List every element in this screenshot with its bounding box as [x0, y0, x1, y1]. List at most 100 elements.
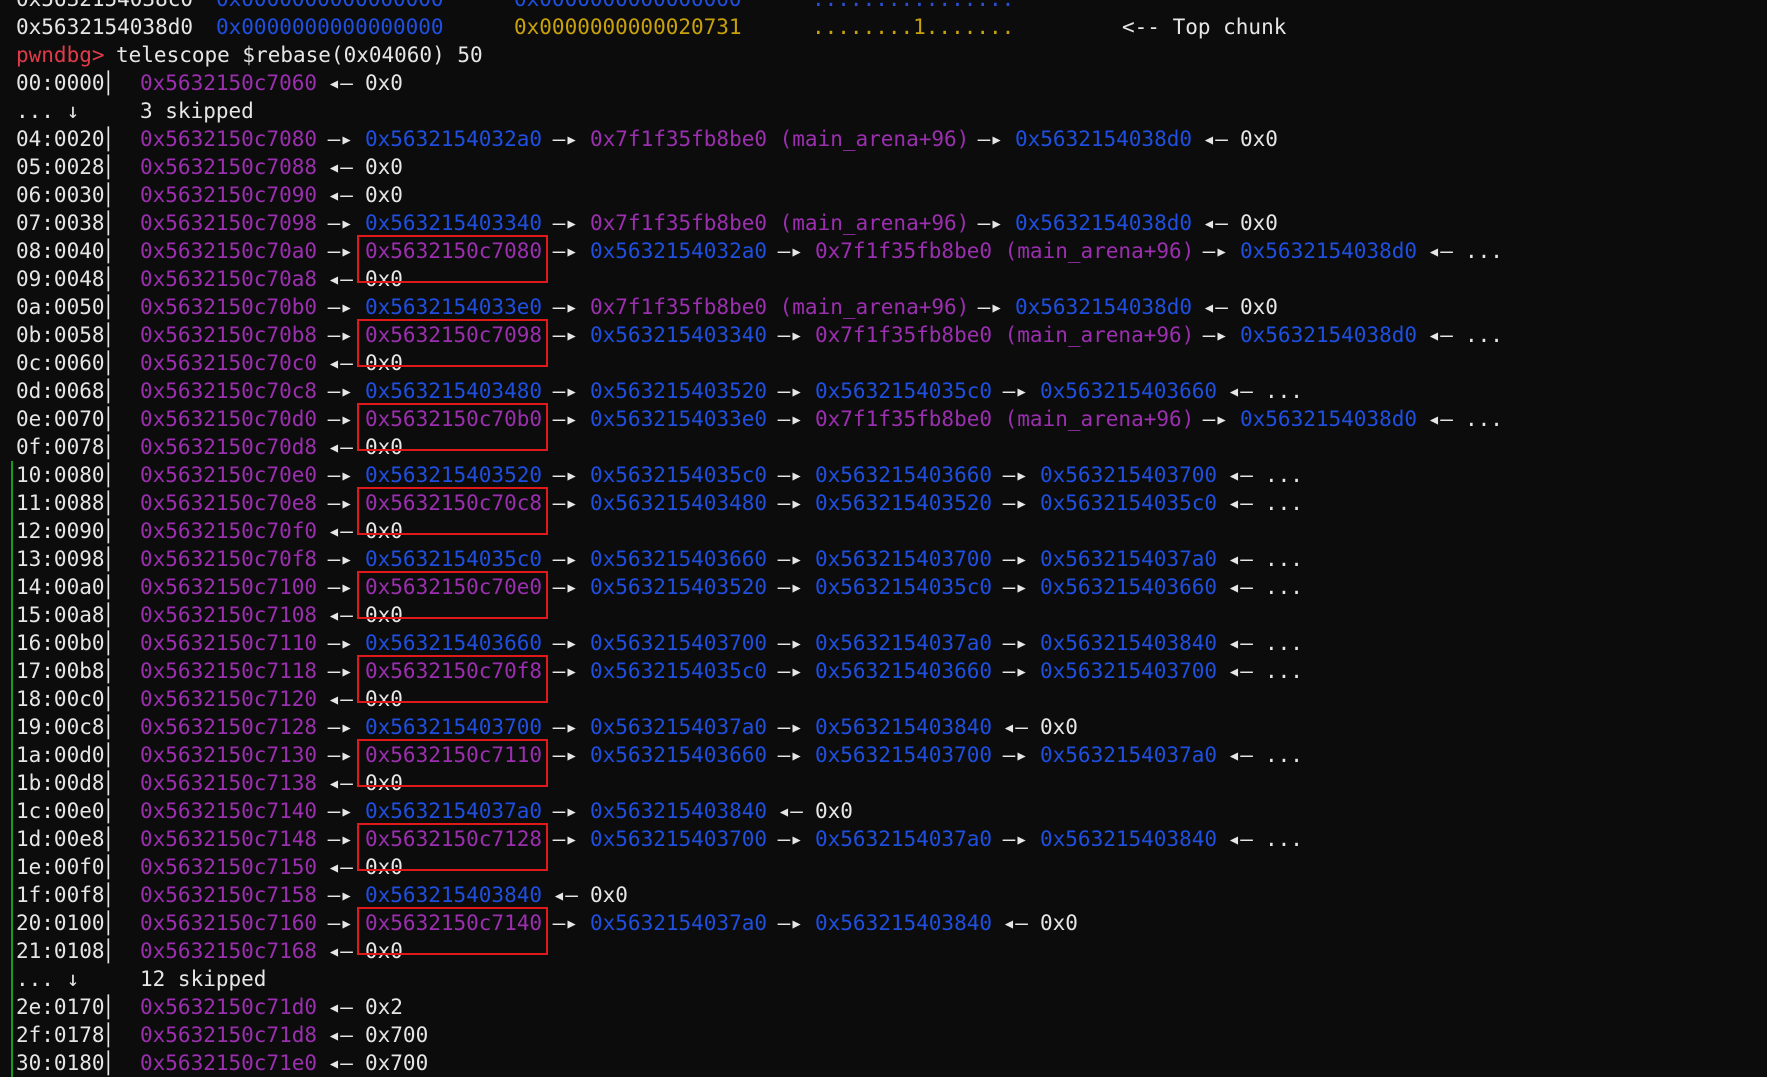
pointer-value: 0x563215403840	[815, 911, 993, 935]
gutter-bar	[11, 769, 13, 797]
pointer-value: ...	[1265, 827, 1303, 851]
row-separator: │	[102, 995, 115, 1019]
pointer-value: 0x563215403660	[815, 659, 993, 683]
command-text[interactable]: telescope $rebase(0x04060) 50	[116, 41, 483, 69]
right-arrow-icon: —▸	[765, 659, 816, 683]
telescope-row: 0f:0078 │ 0x5632150c70d8 ◂— 0x0	[0, 433, 1767, 461]
highlight-box	[357, 571, 548, 619]
telescope-row: 2f:0178 │ 0x5632150c71d8 ◂— 0x700	[0, 1021, 1767, 1049]
right-arrow-icon: —▸	[540, 127, 591, 151]
telescope-row: 2e:0170 │ 0x5632150c71d0 ◂— 0x2	[0, 993, 1767, 1021]
right-arrow-icon: —▸	[765, 911, 816, 935]
hexdump-row: 0x5632154038d0 0x0000000000000000 0x000000…	[0, 13, 1767, 41]
row-separator: │	[102, 211, 115, 235]
pointer-value: 0x563215403700	[1040, 659, 1218, 683]
pointer-value: 0x0	[1040, 911, 1078, 935]
pointer-value: 0x5632154035c0	[815, 575, 993, 599]
pointer-value: 0x5632154038d0	[1240, 323, 1418, 347]
right-arrow-icon: —▸	[315, 547, 366, 571]
row-offset: 1d:00e8	[16, 827, 105, 851]
left-arrow-icon: ◂—	[1415, 239, 1466, 263]
pointer-value: ...	[1465, 239, 1503, 263]
right-arrow-icon: —▸	[540, 295, 591, 319]
right-arrow-icon: —▸	[765, 715, 816, 739]
row-offset: 2f:0178	[16, 1023, 105, 1047]
highlight-box	[357, 403, 548, 451]
slot-address: 0x5632150c7140	[140, 799, 318, 823]
pointer-value: 0x5632154032a0	[365, 127, 543, 151]
telescope-row: 10:0080 │ 0x5632150c70e0 —▸ 0x563215403520…	[0, 461, 1767, 489]
gutter-bar	[11, 965, 13, 993]
gutter-bar	[11, 545, 13, 573]
slot-address: 0x5632150c70c8	[140, 379, 318, 403]
telescope-row: 17:00b8 │ 0x5632150c7118 —▸ 0x5632150c70f8…	[0, 657, 1767, 685]
right-arrow-icon: —▸	[965, 295, 1016, 319]
slot-address: 0x5632150c7110	[140, 631, 318, 655]
highlight-box	[357, 823, 548, 871]
gutter-bar	[11, 461, 13, 489]
row-separator: │	[102, 351, 115, 375]
telescope-row: 0a:0050 │ 0x5632150c70b0 —▸ 0x5632154033e0…	[0, 293, 1767, 321]
left-arrow-icon: ◂—	[765, 799, 816, 823]
right-arrow-icon: —▸	[315, 883, 366, 907]
command-line[interactable]: pwndbg> telescope $rebase(0x04060) 50	[0, 41, 1767, 69]
row-offset: 20:0100	[16, 911, 105, 935]
slot-address: 0x5632150c7130	[140, 743, 318, 767]
row-separator: │	[102, 127, 115, 151]
gutter-bar	[11, 601, 13, 629]
pointer-value: 0x0	[365, 71, 403, 95]
pointer-value: 0x5632154037a0	[590, 911, 768, 935]
pointer-value: 0x563215403660	[1040, 379, 1218, 403]
right-arrow-icon: —▸	[965, 211, 1016, 235]
pointer-value: ...	[1265, 743, 1303, 767]
left-arrow-icon: ◂—	[1415, 323, 1466, 347]
row-offset: 1b:00d8	[16, 771, 105, 795]
row-offset: 17:00b8	[16, 659, 105, 683]
slot-address: 0x5632150c7088	[140, 155, 318, 179]
pointer-value: 0x563215403840	[365, 883, 543, 907]
slot-address: 0x5632150c7150	[140, 855, 318, 879]
telescope-row: 0d:0068 │ 0x5632150c70c8 —▸ 0x563215403480…	[0, 377, 1767, 405]
right-arrow-icon: —▸	[540, 631, 591, 655]
pointer-value: 0x5632154033e0	[590, 407, 768, 431]
right-arrow-icon: —▸	[765, 463, 816, 487]
left-arrow-icon: ◂—	[990, 715, 1041, 739]
right-arrow-icon: —▸	[1190, 239, 1241, 263]
telescope-row: 20:0100 │ 0x5632150c7160 —▸ 0x5632150c7140…	[0, 909, 1767, 937]
pointer-value: 0x563215403700	[815, 743, 993, 767]
pointer-value: 0x563215403660	[365, 631, 543, 655]
telescope-row: 1a:00d0 │ 0x5632150c7130 —▸ 0x5632150c7110…	[0, 741, 1767, 769]
left-arrow-icon: ◂—	[1215, 379, 1266, 403]
right-arrow-icon: —▸	[990, 575, 1041, 599]
right-arrow-icon: —▸	[315, 463, 366, 487]
right-arrow-icon: —▸	[540, 547, 591, 571]
top-chunk-note: <-- Top chunk	[1122, 15, 1287, 39]
row-separator: │	[102, 323, 115, 347]
right-arrow-icon: —▸	[765, 547, 816, 571]
pointer-value: 0x5632154032a0	[590, 239, 768, 263]
hexdump-value: 0x0000000000020731	[514, 15, 742, 39]
hexdump-address: 0x5632154038c0	[16, 0, 193, 13]
telescope-row: 07:0038 │ 0x5632150c7098 —▸ 0x563215403340…	[0, 209, 1767, 237]
row-separator: │	[102, 267, 115, 291]
gutter-bar	[11, 937, 13, 965]
pointer-value: ...	[1265, 379, 1303, 403]
row-separator: │	[102, 519, 115, 543]
pointer-value: 0x5632154035c0	[590, 463, 768, 487]
slot-address: 0x5632150c70a8	[140, 267, 318, 291]
hexdump-ascii: ................	[812, 0, 1014, 13]
left-arrow-icon: ◂—	[1215, 631, 1266, 655]
row-offset: 15:00a8	[16, 603, 105, 627]
row-offset: 08:0040	[16, 239, 105, 263]
gutter-bar	[11, 517, 13, 545]
row-separator: │	[102, 295, 115, 319]
slot-address: 0x5632150c70d8	[140, 435, 318, 459]
row-separator: │	[102, 575, 115, 599]
pointer-value: ...	[1265, 463, 1303, 487]
pointer-value: 0x5632154038d0	[1015, 211, 1193, 235]
slot-address: 0x5632150c7090	[140, 183, 318, 207]
row-separator: │	[102, 547, 115, 571]
terminal-window[interactable]: 0x5632154038c0 0x0000000000000000 0x000000…	[0, 0, 1767, 1077]
slot-address: 0x5632150c70d0	[140, 407, 318, 431]
slot-address: 0x5632150c70b0	[140, 295, 318, 319]
